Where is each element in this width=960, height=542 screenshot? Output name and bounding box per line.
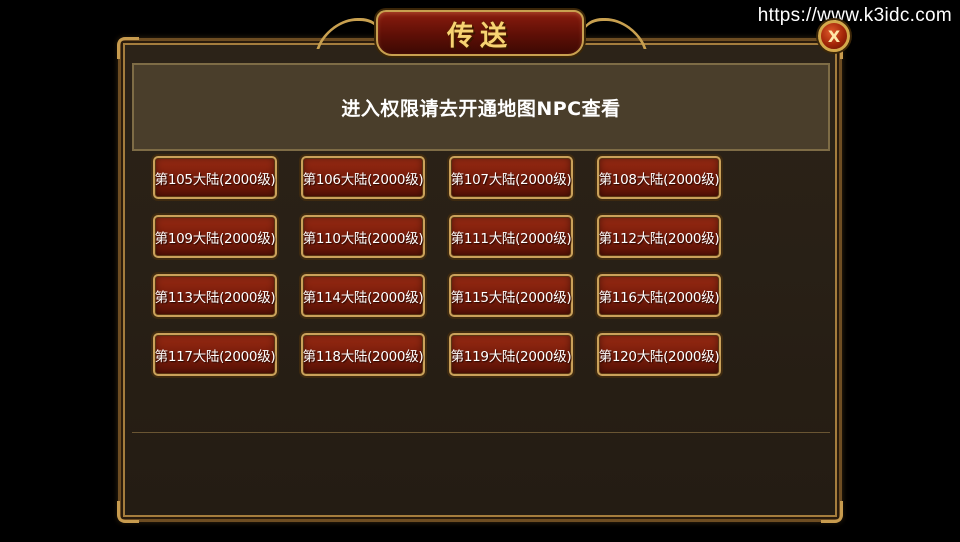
continent-button-109[interactable]: 第109大陆(2000级)	[153, 215, 277, 258]
window-title-plate: 传送	[376, 10, 584, 56]
notice-text: 进入权限请去开通地图NPC查看	[341, 97, 621, 120]
continent-button-118[interactable]: 第118大陆(2000级)	[301, 333, 425, 376]
watermark-text: https://www.k3idc.com	[757, 5, 952, 26]
continent-grid: 第105大陆(2000级) 第106大陆(2000级) 第107大陆(2000级…	[153, 152, 721, 376]
continent-button-106[interactable]: 第106大陆(2000级)	[301, 156, 425, 199]
continent-button-105[interactable]: 第105大陆(2000级)	[153, 156, 277, 199]
bottom-divider	[132, 432, 830, 433]
continent-list[interactable]: 第105大陆(2000级) 第106大陆(2000级) 第107大陆(2000级…	[132, 152, 830, 432]
frame-corner-ornament	[821, 501, 843, 523]
continent-button-119[interactable]: 第119大陆(2000级)	[449, 333, 573, 376]
continent-button-112[interactable]: 第112大陆(2000级)	[597, 215, 721, 258]
continent-button-115[interactable]: 第115大陆(2000级)	[449, 274, 573, 317]
frame-corner-ornament	[117, 501, 139, 523]
continent-button-111[interactable]: 第111大陆(2000级)	[449, 215, 573, 258]
continent-button-107[interactable]: 第107大陆(2000级)	[449, 156, 573, 199]
continent-button-113[interactable]: 第113大陆(2000级)	[153, 274, 277, 317]
permission-notice: 进入权限请去开通地图NPC查看	[132, 63, 830, 151]
window-title: 传送	[447, 20, 513, 52]
continent-button-117[interactable]: 第117大陆(2000级)	[153, 333, 277, 376]
continent-button-114[interactable]: 第114大陆(2000级)	[301, 274, 425, 317]
frame-corner-ornament	[117, 37, 139, 59]
continent-button-116[interactable]: 第116大陆(2000级)	[597, 274, 721, 317]
continent-button-120[interactable]: 第120大陆(2000级)	[597, 333, 721, 376]
continent-button-108[interactable]: 第108大陆(2000级)	[597, 156, 721, 199]
close-button[interactable]: X	[818, 20, 850, 52]
close-icon: X	[827, 26, 841, 46]
continent-button-110[interactable]: 第110大陆(2000级)	[301, 215, 425, 258]
